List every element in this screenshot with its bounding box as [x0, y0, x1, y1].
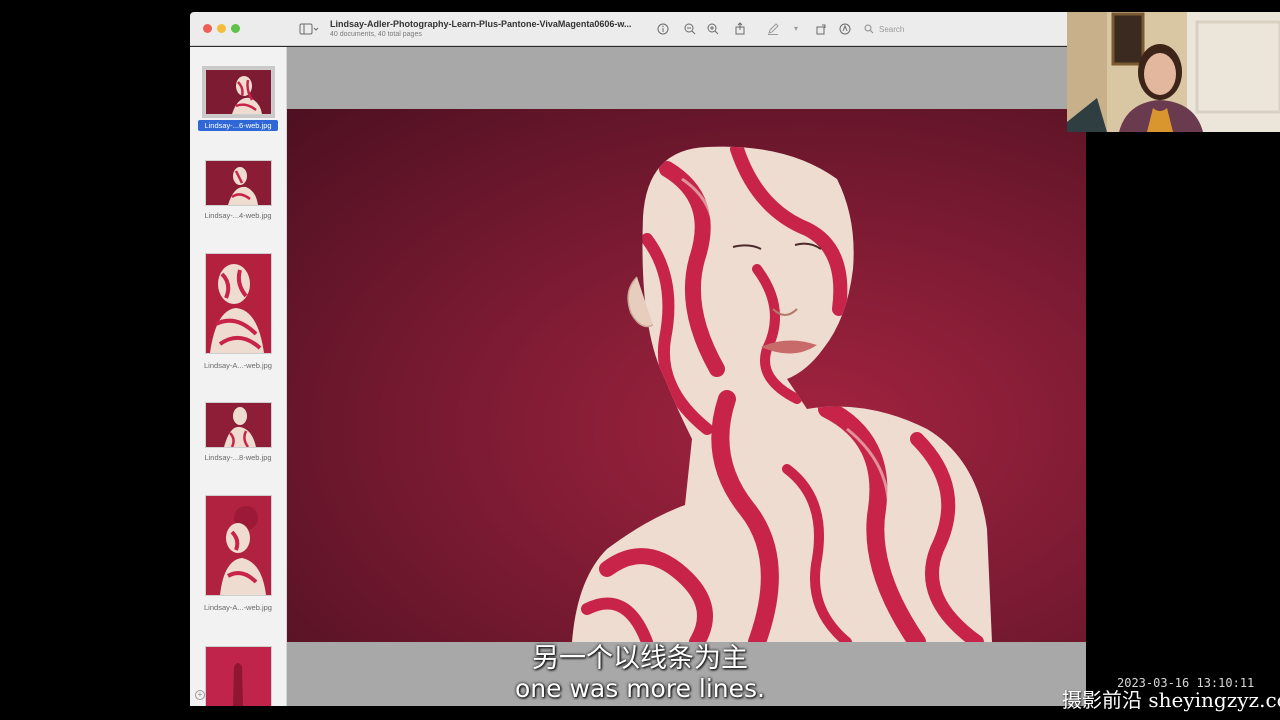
subtitle-chinese: 另一个以线条为主	[532, 643, 748, 674]
thumbnail-2-label[interactable]: Lindsay-...4-web.jpg	[194, 211, 282, 220]
share-icon[interactable]	[733, 20, 747, 37]
zoom-out-icon[interactable]	[683, 20, 697, 37]
maximize-button[interactable]	[231, 24, 240, 33]
chevron-down-icon[interactable]: ▾	[791, 20, 801, 37]
document-canvas[interactable]	[287, 47, 1086, 706]
thumbnail-3[interactable]	[205, 253, 272, 354]
thumbnail-2[interactable]	[205, 160, 272, 206]
thumbnail-1-label[interactable]: Lindsay-...6-web.jpg	[198, 120, 278, 131]
annotate-icon[interactable]	[838, 20, 852, 37]
search-placeholder: Search	[879, 24, 905, 34]
info-icon[interactable]	[656, 20, 670, 37]
thumbnail-1[interactable]	[202, 66, 275, 118]
thumbnail-5-label[interactable]: Lindsay-A...-web.jpg	[194, 603, 282, 612]
thumbnail-5[interactable]	[205, 495, 272, 596]
preview-window: Lindsay-Adler-Photography-Learn-Plus-Pan…	[190, 12, 1086, 706]
watermark: 摄影前沿 sheyingzyz.com	[1062, 688, 1280, 712]
webcam-feed	[1067, 12, 1280, 132]
portrait-image	[287, 109, 1086, 642]
title-bar: Lindsay-Adler-Photography-Learn-Plus-Pan…	[190, 12, 1086, 46]
close-button[interactable]	[203, 24, 212, 33]
search-field[interactable]: Search	[864, 21, 1074, 37]
minimize-button[interactable]	[217, 24, 226, 33]
search-icon	[864, 24, 874, 34]
zoom-in-icon[interactable]	[706, 20, 720, 37]
document-subtitle: 40 documents, 40 total pages	[330, 31, 422, 38]
thumbnail-sidebar[interactable]: Lindsay-...6-web.jpg Lindsay-...4-web.jp…	[190, 47, 287, 706]
rotate-icon[interactable]	[815, 20, 829, 37]
thumbnail-4-label[interactable]: Lindsay-...8-web.jpg	[194, 453, 282, 462]
thumbnail-4[interactable]	[205, 402, 272, 448]
document-title: Lindsay-Adler-Photography-Learn-Plus-Pan…	[330, 19, 632, 29]
thumbnail-3-label[interactable]: Lindsay-A...-web.jpg	[194, 361, 282, 370]
pencil-icon[interactable]	[766, 20, 780, 37]
sidebar-icon[interactable]	[298, 20, 320, 37]
